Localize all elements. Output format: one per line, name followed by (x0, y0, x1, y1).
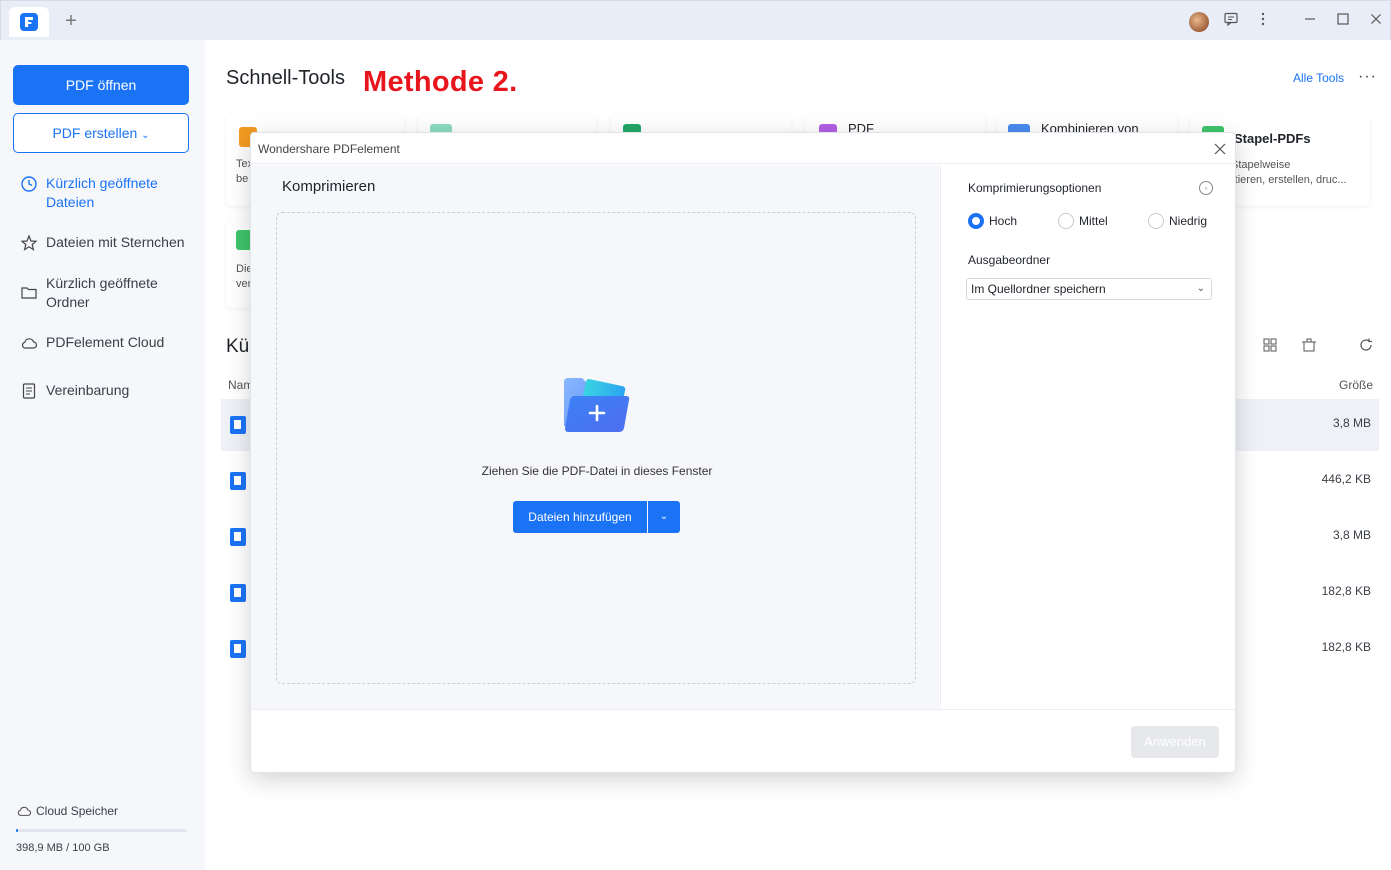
chevron-down-icon: ⌄ (141, 130, 150, 141)
dialog-heading: Komprimieren (282, 178, 376, 195)
clear-list-icon[interactable] (1301, 337, 1317, 357)
file-size: 3,8 MB (1332, 416, 1371, 430)
dropzone-instruction: Ziehen Sie die PDF-Datei in dieses Fenst… (481, 464, 713, 478)
close-icon[interactable] (1365, 11, 1387, 33)
sidebar-item-recent-folders[interactable]: Kürzlich geöffnete Ordner (20, 274, 166, 312)
folder-add-icon (564, 378, 630, 432)
sidebar-item-starred[interactable]: Dateien mit Sternchen (20, 233, 185, 252)
radio-high[interactable]: Hoch (968, 213, 1017, 229)
minimize-icon[interactable] (1299, 11, 1321, 33)
pdf-file-icon (230, 416, 246, 434)
create-pdf-label: PDF erstellen (52, 125, 138, 141)
radio-label: Niedrig (1169, 214, 1208, 228)
pdf-file-icon (230, 528, 246, 546)
column-size-header[interactable]: Größe (1339, 378, 1373, 392)
cloud-storage-label[interactable]: Cloud Speicher (16, 804, 118, 818)
radio-dot (1148, 213, 1164, 229)
more-vertical-icon[interactable] (1252, 11, 1274, 33)
pdf-file-icon (230, 472, 246, 490)
clock-icon (21, 176, 37, 192)
maximize-icon[interactable] (1332, 11, 1354, 33)
file-dropzone[interactable]: Ziehen Sie die PDF-Datei in dieses Fenst… (276, 212, 916, 684)
file-size: 182,8 KB (1321, 640, 1371, 654)
dialog-footer: Anwenden (251, 709, 1235, 773)
file-size: 3,8 MB (1332, 528, 1371, 542)
home-tab[interactable] (9, 7, 49, 37)
cloud-file-icon (230, 640, 246, 658)
sidebar-item-label: Dateien mit Sternchen (46, 234, 185, 250)
storage-usage: 398,9 MB / 100 GB (16, 842, 110, 854)
open-pdf-button[interactable]: PDF öffnen (13, 65, 189, 105)
radio-dot (1058, 213, 1074, 229)
output-folder-heading: Ausgabeordner (968, 253, 1051, 267)
compress-dialog: Wondershare PDFelement Komprimieren Zieh… (250, 132, 1236, 773)
window-titlebar: + (0, 0, 1391, 40)
refresh-icon[interactable] (1358, 337, 1374, 357)
radio-low[interactable]: Niedrig (1148, 213, 1207, 229)
star-icon (20, 234, 38, 251)
cloud-file-icon (230, 584, 246, 602)
more-options-icon[interactable]: ··· (1358, 68, 1377, 86)
tool-card-desc: Stapelweise rtieren, erstellen, druc... (1231, 159, 1347, 186)
all-tools-link[interactable]: Alle Tools (1293, 71, 1344, 85)
sidebar-item-cloud[interactable]: PDFelement Cloud (20, 333, 164, 352)
sidebar-item-label: Kürzlich geöffnete Dateien (46, 175, 158, 210)
annotation-label: Methode 2. (363, 66, 518, 98)
output-folder-value: Im Quellordner speichern (971, 282, 1106, 296)
recent-files-heading: Kü (226, 336, 250, 357)
storage-progress-bar (16, 829, 187, 832)
storage-progress-fill (16, 829, 18, 832)
compression-options-heading: Komprimierungsoptionen (968, 181, 1102, 195)
grid-view-icon[interactable] (1262, 337, 1278, 357)
apply-button[interactable]: Anwenden (1131, 726, 1219, 758)
pdfelement-logo-icon (20, 13, 38, 31)
sidebar-item-label: PDFelement Cloud (46, 334, 165, 350)
info-icon[interactable]: ◦ (1199, 181, 1213, 195)
cloud-storage-text: Cloud Speicher (36, 804, 119, 818)
sidebar-item-recent-files[interactable]: Kürzlich geöffnete Dateien (20, 174, 181, 212)
output-folder-select[interactable]: Im Quellordner speichern ⌄ (966, 278, 1212, 300)
cloud-icon (17, 806, 32, 816)
add-files-button[interactable]: Dateien hinzufügen (513, 501, 647, 533)
sidebar: PDF öffnen PDF erstellen ⌄ Kürzlich geöf… (0, 40, 205, 870)
feedback-icon[interactable] (1220, 11, 1242, 33)
tool-card-title: Stapel-PDFs (1234, 131, 1311, 146)
document-icon (22, 383, 36, 399)
page-title: Schnell-Tools (226, 67, 345, 89)
avatar[interactable] (1189, 12, 1209, 32)
sidebar-item-agreement[interactable]: Vereinbarung (20, 381, 129, 400)
cloud-icon (21, 338, 38, 349)
radio-medium[interactable]: Mittel (1058, 213, 1108, 229)
dialog-options-pane: Komprimierungsoptionen ◦ Hoch Mittel Nie… (940, 165, 1235, 709)
create-pdf-button[interactable]: PDF erstellen ⌄ (13, 113, 189, 153)
radio-label: Hoch (989, 214, 1018, 228)
radio-label: Mittel (1079, 214, 1108, 228)
file-size: 182,8 KB (1321, 584, 1371, 598)
chevron-down-icon: ⌄ (1196, 283, 1205, 294)
chevron-down-icon: ⌄ (659, 511, 669, 522)
radio-dot (968, 213, 984, 229)
sidebar-item-label: Kürzlich geöffnete Ordner (46, 275, 158, 310)
new-tab-button[interactable]: + (61, 11, 81, 31)
file-size: 446,2 KB (1321, 472, 1371, 486)
sidebar-item-label: Vereinbarung (46, 382, 130, 398)
folder-icon (21, 287, 37, 299)
add-files-dropdown[interactable]: ⌄ (648, 501, 680, 533)
dialog-app-title: Wondershare PDFelement (258, 142, 400, 156)
dialog-titlebar: Wondershare PDFelement (251, 133, 1235, 164)
dialog-close-icon[interactable] (1213, 139, 1227, 161)
